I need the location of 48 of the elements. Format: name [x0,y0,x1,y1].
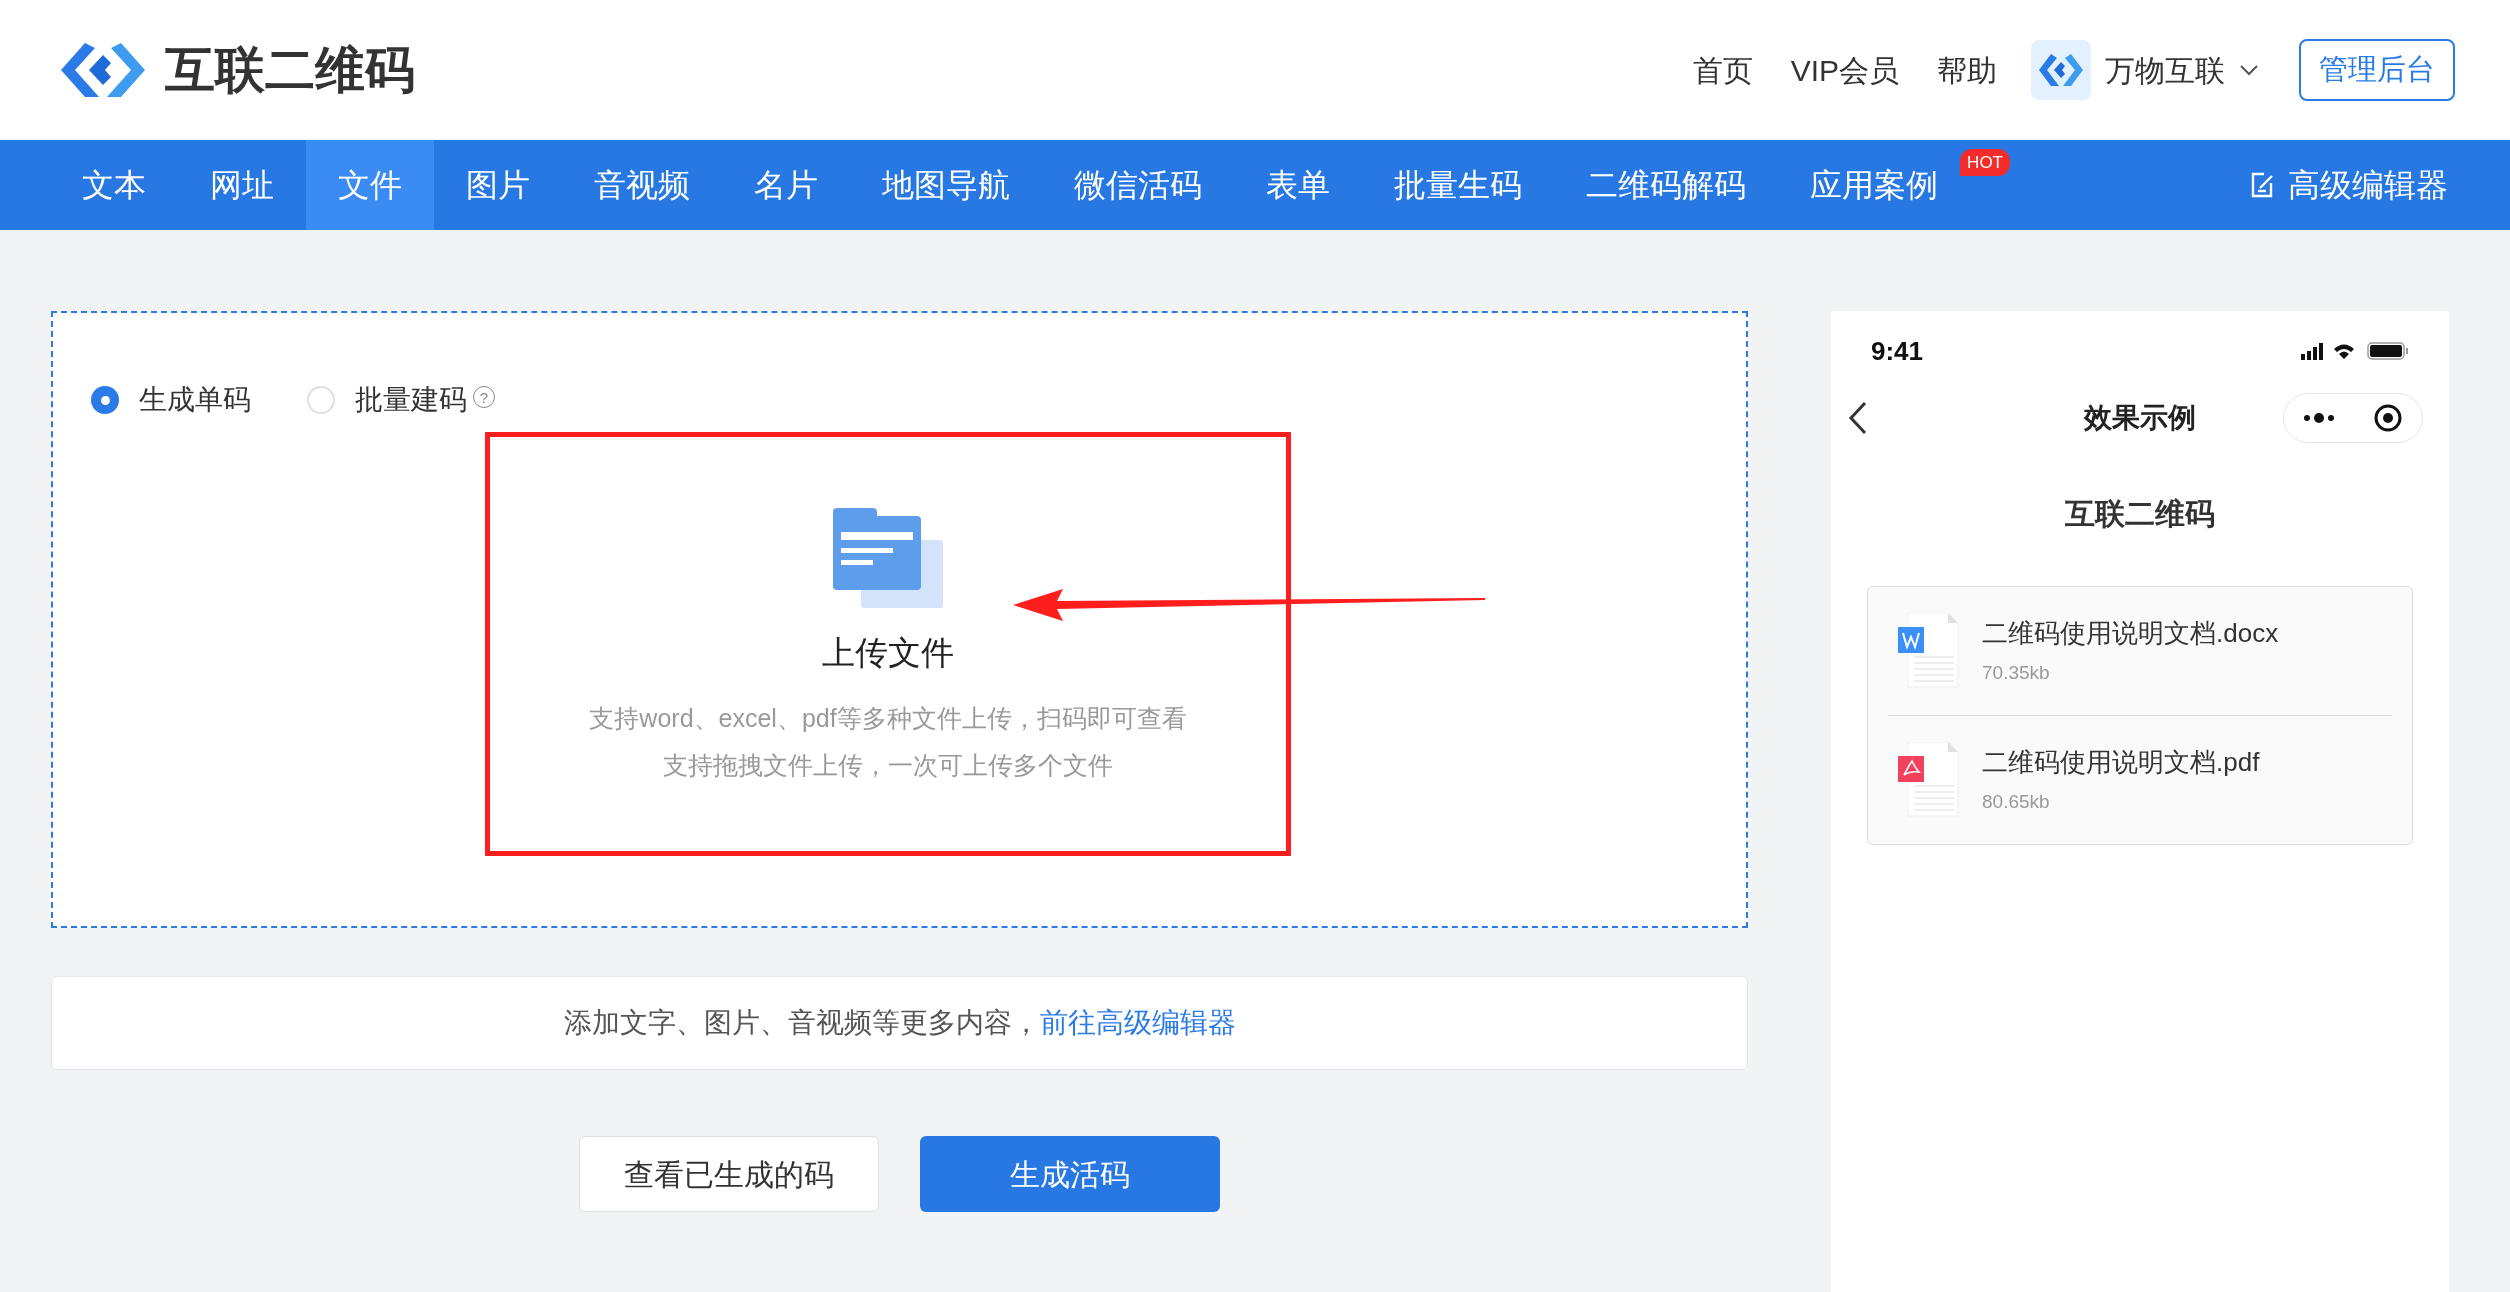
folder-icon[interactable] [833,508,943,608]
capsule-menu[interactable] [2283,393,2423,443]
battery-icon [2367,342,2409,360]
nav-tab[interactable]: 微信活码 [1042,140,1234,230]
view-codes-button[interactable]: 查看已生成的码 [579,1136,879,1212]
radio-button[interactable] [91,386,119,414]
radio-label[interactable]: 批量建码 [355,379,467,421]
nav-link[interactable]: 帮助 [1937,47,1997,93]
file-size: 80.65kb [1982,790,2051,815]
generate-button[interactable]: 生成活码 [920,1136,1220,1212]
nav-tab[interactable]: 名片 [722,140,850,230]
nav-tab[interactable]: 表单 [1234,140,1362,230]
advanced-editor-button[interactable]: 高级编辑器 [2250,140,2448,230]
preview-nav-title: 效果示例 [2084,401,2196,435]
nav-tab[interactable]: 网址 [178,140,306,230]
more-icon [2303,412,2335,424]
nav-tab[interactable]: 文件 [306,140,434,230]
upload-hint: 支持word、excel、pdf等多种文件上传，扫码即可查看 [589,702,1187,734]
chevron-down-icon [2239,64,2259,76]
hot-badge: HOT [1960,149,2010,176]
nav-link[interactable]: VIP会员 [1790,47,1899,93]
nav-tab[interactable]: 音视频 [562,140,722,230]
wifi-icon [2333,342,2355,360]
signal-icon [2301,342,2323,360]
admin-button[interactable]: 管理后台 [2299,39,2455,101]
file-size: 70.35kb [1982,661,2051,686]
nav-tab[interactable]: 图片 [434,140,562,230]
editor-hint: 添加文字、图片、音视频等更多内容， [563,1006,1040,1040]
advanced-editor-link[interactable]: 前往高级编辑器 [1039,1002,1236,1044]
logo-text: 互联二维码 [165,45,415,95]
edit-icon [2250,171,2276,199]
status-time: 9:41 [1871,334,1924,368]
account-menu[interactable]: 万物互联 [2105,47,2259,93]
file-name[interactable]: 二维码使用说明文档.docx [1982,614,2279,654]
radio-button[interactable] [307,386,335,414]
nav-tab[interactable]: 批量生码 [1362,140,1554,230]
back-icon[interactable] [1847,400,1869,436]
nav-tab[interactable]: 地图导航 [850,140,1042,230]
upload-title: 上传文件 [822,633,954,673]
upload-hint: 支持拖拽文件上传，一次可上传多个文件 [663,750,1113,781]
preview-page-title: 互联二维码 [2065,496,2215,532]
file-name[interactable]: 二维码使用说明文档.pdf [1982,743,2260,783]
nav-tab[interactable]: 文本 [50,140,178,230]
nav-tab[interactable]: 二维码解码 [1554,140,1778,230]
target-icon [2373,403,2403,433]
nav-link[interactable]: 首页 [1692,47,1753,93]
radio-label[interactable]: 生成单码 [139,379,251,421]
avatar-logo-icon [2031,40,2091,100]
